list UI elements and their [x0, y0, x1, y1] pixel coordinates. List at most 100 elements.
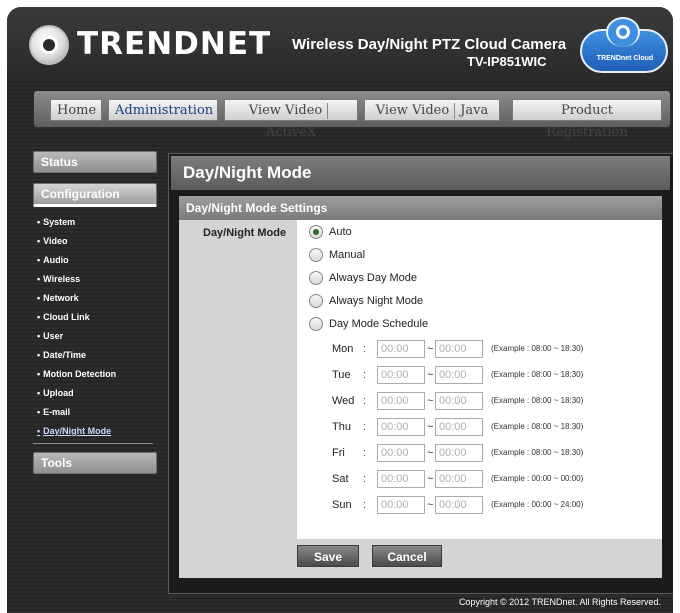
- sidebar-item-label: Network: [43, 293, 79, 303]
- end-time-input[interactable]: 00:00: [435, 496, 483, 514]
- end-time-input[interactable]: 00:00: [435, 392, 483, 410]
- sidebar-item-video[interactable]: • Video: [33, 232, 157, 251]
- colon-label: :: [363, 395, 367, 407]
- copyright-text: Copyright © 2012 TRENDnet. All Rights Re…: [458, 597, 661, 607]
- colon-label: :: [363, 473, 367, 485]
- end-time-input[interactable]: 00:00: [435, 470, 483, 488]
- sidebar-item-motion-detection[interactable]: • Motion Detection: [33, 365, 157, 384]
- day-label: Sat: [332, 473, 349, 485]
- day-label: Tue: [332, 369, 351, 381]
- day-label: Wed: [332, 395, 355, 407]
- nav-java-label: Java: [460, 103, 489, 118]
- trendnet-logo-icon: [29, 25, 69, 65]
- value-column: Auto Manual Always Day Mode Always Night Mo…: [297, 220, 662, 539]
- sidebar-config-list: • System • Video • Audio • Wireless • Network • Clo…: [33, 213, 157, 441]
- option-auto[interactable]: Auto: [309, 225, 352, 243]
- range-separator: ~: [427, 473, 434, 485]
- option-always-day-mode[interactable]: Always Day Mode: [309, 271, 417, 289]
- start-time-input[interactable]: 00:00: [377, 470, 425, 488]
- sidebar-item-label: Wireless: [43, 274, 81, 284]
- main-content: Day/Night Mode Day/Night Mode Settings D…: [168, 153, 673, 594]
- sidebar-item-cloud-link[interactable]: • Cloud Link: [33, 308, 157, 327]
- app-frame: TRENDNET Wireless Day/Night PTZ Cloud Ca…: [7, 7, 673, 613]
- sidebar-status[interactable]: Status: [33, 151, 157, 173]
- radio-button[interactable]: [309, 248, 323, 262]
- radio-button[interactable]: [309, 294, 323, 308]
- action-row: Save Cancel: [179, 539, 662, 578]
- option-day-mode-schedule[interactable]: Day Mode Schedule: [309, 317, 428, 335]
- start-time-input[interactable]: 00:00: [377, 340, 425, 358]
- example-text: (Example : 08:00 ~ 18:30): [491, 448, 584, 457]
- schedule-row-wed: Wed:00:00 ~00:00 (Example : 08:00 ~ 18:30): [297, 392, 662, 412]
- bullet-icon: •: [37, 293, 41, 303]
- sidebar-tools[interactable]: Tools: [33, 452, 157, 474]
- sidebar-item-label: Day/Night Mode: [43, 426, 112, 436]
- cloud-badge: TRENDnet Cloud: [580, 17, 668, 73]
- example-text: (Example : 00:00 ~ 00:00): [491, 474, 584, 483]
- day-night-mode-label: Day/Night Mode: [203, 227, 287, 239]
- end-time-input[interactable]: 00:00: [435, 340, 483, 358]
- bullet-icon: •: [37, 426, 41, 436]
- top-nav: Home Administration View Video ActiveX Vi…: [34, 91, 670, 140]
- end-time-input[interactable]: 00:00: [435, 444, 483, 462]
- range-separator: ~: [427, 447, 434, 459]
- cloud-power-icon: [616, 25, 630, 39]
- start-time-input[interactable]: 00:00: [377, 392, 425, 410]
- sidebar-item-label: User: [43, 331, 64, 341]
- option-always-night-mode[interactable]: Always Night Mode: [309, 294, 423, 312]
- option-manual[interactable]: Manual: [309, 248, 365, 266]
- start-time-input[interactable]: 00:00: [377, 366, 425, 384]
- start-time-input[interactable]: 00:00: [377, 496, 425, 514]
- example-text: (Example : 08:00 ~ 18:30): [491, 344, 584, 353]
- sidebar-item-network[interactable]: • Network: [33, 289, 157, 308]
- day-label: Mon: [332, 343, 354, 355]
- colon-label: :: [363, 447, 367, 459]
- sidebar-configuration[interactable]: Configuration: [33, 183, 157, 207]
- bullet-icon: •: [37, 236, 41, 246]
- sidebar-item-user[interactable]: • User: [33, 327, 157, 346]
- sidebar-item-audio[interactable]: • Audio: [33, 251, 157, 270]
- page-title: Day/Night Mode: [183, 163, 312, 182]
- save-button[interactable]: Save: [297, 545, 359, 567]
- bullet-icon: •: [37, 217, 41, 227]
- sidebar-item-wireless[interactable]: • Wireless: [33, 270, 157, 289]
- nav-administration-button[interactable]: Administration: [108, 99, 218, 121]
- end-time-input[interactable]: 00:00: [435, 418, 483, 436]
- start-time-input[interactable]: 00:00: [377, 444, 425, 462]
- radio-button[interactable]: [309, 317, 323, 331]
- bullet-icon: •: [37, 388, 41, 398]
- range-separator: ~: [427, 421, 434, 433]
- day-label: Thu: [332, 421, 351, 433]
- sidebar-item-system[interactable]: • System: [33, 213, 157, 232]
- colon-label: :: [363, 421, 367, 433]
- start-time-input[interactable]: 00:00: [377, 418, 425, 436]
- sidebar-divider: [33, 443, 153, 444]
- nav-product-registration-button[interactable]: Product Registration: [512, 99, 662, 140]
- schedule-row-thu: Thu:00:00 ~00:00 (Example : 08:00 ~ 18:30): [297, 418, 662, 438]
- sidebar-item-label: Audio: [43, 255, 69, 265]
- end-time-input[interactable]: 00:00: [435, 366, 483, 384]
- radio-button[interactable]: [309, 225, 323, 239]
- sidebar-item-upload[interactable]: • Upload: [33, 384, 157, 403]
- nav-home-button[interactable]: Home: [50, 99, 102, 121]
- sidebar-item-date-time[interactable]: • Date/Time: [33, 346, 157, 365]
- sidebar-item-day-night-mode[interactable]: • Day/Night Mode: [33, 422, 157, 441]
- option-label: Day Mode Schedule: [329, 317, 429, 330]
- range-separator: ~: [427, 369, 434, 381]
- day-label: Fri: [332, 447, 345, 459]
- sidebar: Status Configuration • System • Video • Audio…: [33, 151, 157, 474]
- nav-view-video-label: View Video: [248, 103, 323, 118]
- schedule-row-tue: Tue:00:00 ~00:00 (Example : 08:00 ~ 18:30): [297, 366, 662, 386]
- radio-button[interactable]: [309, 271, 323, 285]
- settings-panel: Day/Night Mode Settings Day/Night Mode A…: [179, 196, 662, 578]
- section-title: Day/Night Mode Settings: [179, 196, 662, 220]
- bullet-icon: •: [37, 331, 41, 341]
- example-text: (Example : 00:00 ~ 24:00): [491, 500, 584, 509]
- sidebar-item-label: Date/Time: [43, 350, 87, 360]
- bullet-icon: •: [37, 350, 41, 360]
- colon-label: :: [363, 343, 367, 355]
- nav-view-video-java-button[interactable]: View Video Java: [364, 99, 500, 121]
- nav-view-video-activex-button[interactable]: View Video ActiveX: [224, 99, 358, 140]
- cancel-button[interactable]: Cancel: [372, 545, 442, 567]
- sidebar-item-e-mail[interactable]: • E-mail: [33, 403, 157, 422]
